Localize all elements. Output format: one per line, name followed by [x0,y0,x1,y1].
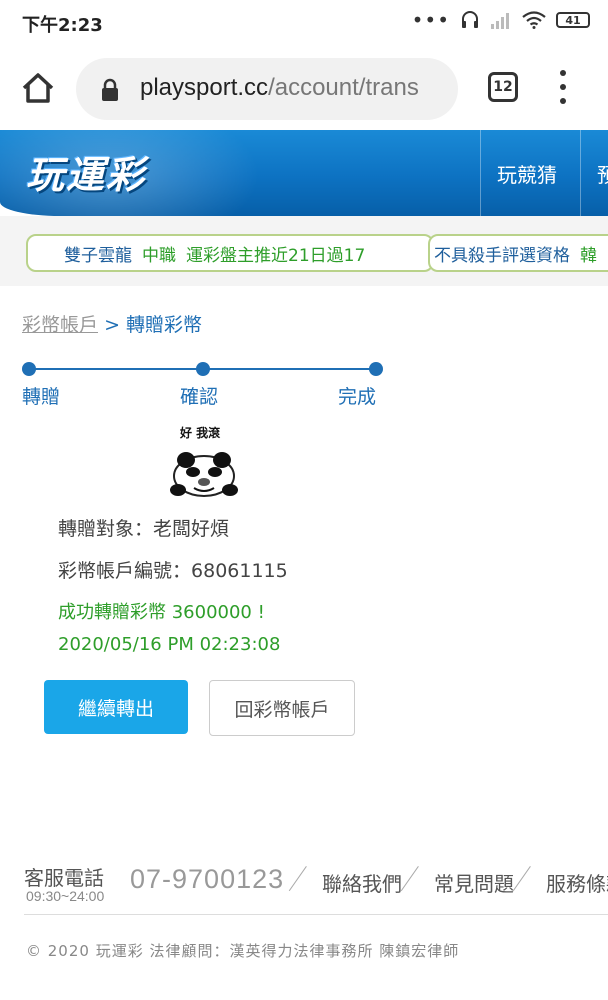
site-logo[interactable]: 玩運彩 [26,144,146,199]
signal-icon [491,13,509,29]
nav-item-more[interactable]: 預 [580,130,608,216]
footer-separator [408,866,430,894]
recipient-name: 老闆好煩 [153,518,230,540]
recipient-info: 轉贈對象：老闆好煩 [58,514,229,541]
customer-service-label: 客服電話 [24,866,104,890]
site-header: 玩運彩 玩競猜 預 [0,130,608,216]
more-notifications-icon: ••• [411,8,450,32]
step-progress [22,362,383,376]
breadcrumb: 彩幣帳戶 > 轉贈彩幣 [22,310,202,337]
status-time: 下午2:23 [22,15,103,36]
url-host: playsport.cc [140,74,269,101]
customer-service-phone[interactable]: 07-9700123 [130,864,284,895]
footer-separator [520,866,542,894]
ticker-text: 運彩盤主推近21日過17 [186,245,366,266]
news-ticker: 雙子雲龍 中職 運彩盤主推近21日過17 不具殺手評選資格 韓 [0,216,608,286]
ticker-text-tail: 韓 [580,245,597,266]
url-path: /account/trans [268,74,419,101]
browser-menu-icon[interactable] [556,70,570,104]
url-text: playsport.cc/account/trans [140,74,419,102]
avatar-caption: 好 我滾 [180,426,221,440]
step-label-confirm: 確認 [180,386,219,408]
footer-link-terms[interactable]: 服務條款 [546,868,608,897]
copyright: © 2020 玩運彩 法律顧問：漢英得力法律事務所 陳鎮宏律師 [26,942,460,960]
footer-link-contact[interactable]: 聯絡我們 [322,868,402,897]
headset-icon [462,11,478,28]
lock-icon [102,78,118,101]
transfer-timestamp: 2020/05/16 PM 02:23:08 [58,634,281,655]
footer-contact: 客服電話 09:30~24:00 07-9700123 聯絡我們 常見問題 服務… [24,862,608,906]
panda-face-icon [170,452,238,497]
browser-toolbar: playsport.cc/account/trans 12 [0,44,608,130]
breadcrumb-current: 轉贈彩幣 [126,314,203,336]
ticker-item[interactable]: 雙子雲龍 中職 運彩盤主推近21日過17 [26,234,434,272]
tab-switcher-button[interactable]: 12 [488,72,518,102]
ticker-text: 不具殺手評選資格 [434,245,570,266]
ticker-user-name: 雙子雲龍 [64,245,132,266]
footer-separator [296,866,318,894]
continue-transfer-button[interactable]: 繼續轉出 [44,680,188,734]
success-message: 成功轉贈彩幣 3600000 ! [58,602,265,623]
wifi-icon [522,11,546,29]
breadcrumb-separator: > [104,314,120,336]
status-bar: 下午2:23 ••• 41 [0,0,608,44]
home-icon[interactable] [18,68,58,108]
account-label: 彩幣帳戶編號： [58,560,192,582]
step-dot [196,362,210,376]
step-label-transfer: 轉贈 [22,386,61,408]
ticker-league: 中職 [142,245,176,266]
step-label-complete: 完成 [338,386,377,408]
recipient-label: 轉贈對象： [58,518,154,540]
ticker-item[interactable]: 不具殺手評選資格 韓 [428,234,608,272]
account-info: 彩幣帳戶編號：68061115 [58,556,288,583]
footer-link-faq[interactable]: 常見問題 [434,868,514,897]
nav-item-predict[interactable]: 玩競猜 [480,130,557,216]
address-bar[interactable]: playsport.cc/account/trans [76,58,458,120]
recipient-avatar: 好 我滾 [168,424,240,497]
battery-icon: 41 [556,12,590,28]
breadcrumb-coin-account-link[interactable]: 彩幣帳戶 [22,314,98,336]
step-dot [369,362,383,376]
back-to-account-button[interactable]: 回彩幣帳戶 [209,680,355,736]
account-number: 68061115 [191,560,288,582]
footer-divider [24,914,608,915]
step-dot [22,362,36,376]
status-icons: ••• 41 [412,10,590,30]
customer-service-hours: 09:30~24:00 [26,888,105,904]
